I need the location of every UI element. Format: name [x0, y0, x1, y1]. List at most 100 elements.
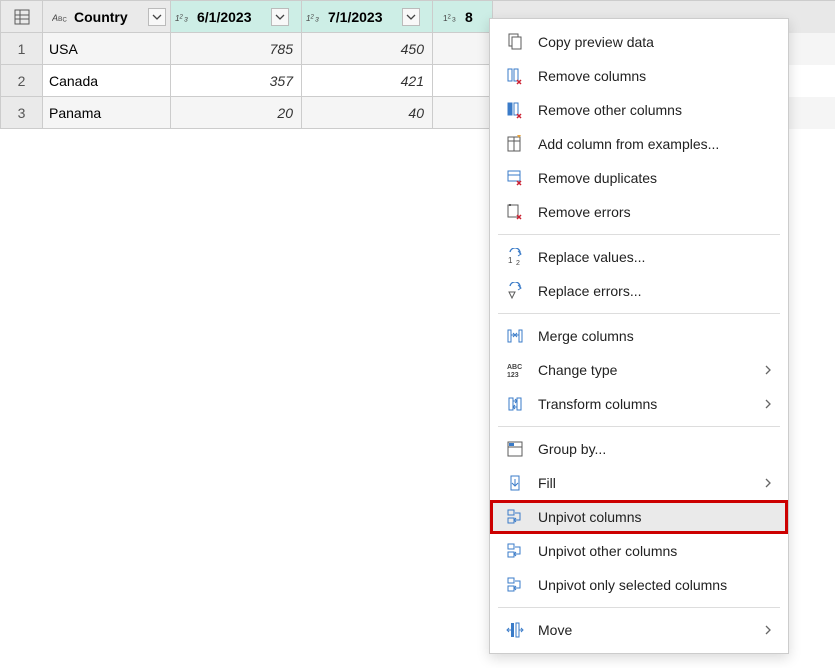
remove-other-columns-icon [504, 99, 526, 121]
menu-remove-columns[interactable]: Remove columns [490, 59, 788, 93]
chevron-down-icon [275, 14, 285, 20]
table-icon [14, 9, 30, 25]
menu-label: Unpivot other columns [538, 543, 774, 559]
menu-unpivot-columns[interactable]: Unpivot columns [490, 500, 788, 534]
column-label: Country [74, 9, 144, 25]
menu-unpivot-other-columns[interactable]: Unpivot other columns [490, 534, 788, 568]
svg-text:3: 3 [315, 16, 319, 23]
remove-duplicates-icon [504, 167, 526, 189]
menu-label: Remove errors [538, 204, 774, 220]
cell-country[interactable]: USA [43, 33, 171, 65]
menu-label: Remove other columns [538, 102, 774, 118]
cell-value[interactable]: 785 [171, 33, 302, 65]
corner-cell[interactable] [1, 1, 43, 33]
menu-add-column-from-examples[interactable]: Add column from examples... [490, 127, 788, 161]
svg-text:2: 2 [448, 14, 452, 20]
column-header-date3[interactable]: 123 8 [433, 1, 493, 33]
number-type-icon: 123 [443, 10, 461, 24]
row-number: 3 [1, 97, 43, 129]
menu-transform-columns[interactable]: Transform columns [490, 387, 788, 421]
remove-errors-icon [504, 201, 526, 223]
menu-copy-preview-data[interactable]: Copy preview data [490, 25, 788, 59]
chevron-right-icon [764, 364, 774, 376]
chevron-down-icon [152, 14, 162, 20]
menu-fill[interactable]: Fill [490, 466, 788, 500]
svg-text:C: C [63, 17, 68, 23]
svg-text:2: 2 [516, 260, 520, 266]
menu-label: Group by... [538, 441, 774, 457]
menu-label: Change type [538, 362, 752, 378]
cell-value[interactable]: 357 [171, 65, 302, 97]
column-header-country[interactable]: ABC Country [43, 1, 171, 33]
cell-value[interactable] [433, 33, 493, 65]
svg-text:3: 3 [452, 16, 456, 23]
menu-label: Unpivot only selected columns [538, 577, 774, 593]
menu-remove-duplicates[interactable]: Remove duplicates [490, 161, 788, 195]
chevron-down-icon [406, 14, 416, 20]
menu-remove-other-columns[interactable]: Remove other columns [490, 93, 788, 127]
column-label: 7/1/2023 [328, 9, 398, 25]
fill-icon [504, 472, 526, 494]
menu-merge-columns[interactable]: Merge columns [490, 319, 788, 353]
filter-dropdown-button[interactable] [271, 8, 289, 26]
row-number: 1 [1, 33, 43, 65]
menu-unpivot-only-selected-columns[interactable]: Unpivot only selected columns [490, 568, 788, 602]
chevron-right-icon [764, 477, 774, 489]
cell-value[interactable] [433, 65, 493, 97]
svg-text:ABC: ABC [507, 364, 522, 371]
menu-label: Add column from examples... [538, 136, 774, 152]
context-menu: Copy preview data Remove columns Remove … [489, 18, 789, 654]
menu-separator [498, 313, 780, 314]
menu-change-type[interactable]: ABC123 Change type [490, 353, 788, 387]
menu-group-by[interactable]: Group by... [490, 432, 788, 466]
menu-move[interactable]: Move [490, 613, 788, 647]
chevron-right-icon [764, 624, 774, 636]
column-header-date1[interactable]: 123 6/1/2023 [171, 1, 302, 33]
replace-errors-icon [504, 280, 526, 302]
number-type-icon: 123 [175, 10, 193, 24]
menu-replace-errors[interactable]: Replace errors... [490, 274, 788, 308]
copy-icon [504, 31, 526, 53]
group-by-icon [504, 438, 526, 460]
svg-text:A: A [52, 12, 58, 22]
menu-separator [498, 234, 780, 235]
menu-separator [498, 607, 780, 608]
svg-text:3: 3 [184, 16, 188, 23]
menu-label: Remove columns [538, 68, 774, 84]
filter-dropdown-button[interactable] [148, 8, 166, 26]
text-type-icon: ABC [52, 10, 70, 24]
cell-value[interactable]: 20 [171, 97, 302, 129]
column-header-date2[interactable]: 123 7/1/2023 [302, 1, 433, 33]
menu-label: Replace values... [538, 249, 774, 265]
column-label: 6/1/2023 [197, 9, 267, 25]
menu-label: Replace errors... [538, 283, 774, 299]
unpivot-icon [504, 506, 526, 528]
add-column-examples-icon [504, 133, 526, 155]
cell-country[interactable]: Panama [43, 97, 171, 129]
chevron-right-icon [764, 398, 774, 410]
svg-text:123: 123 [507, 372, 519, 379]
cell-value[interactable]: 40 [302, 97, 433, 129]
row-number: 2 [1, 65, 43, 97]
menu-label: Transform columns [538, 396, 752, 412]
unpivot-selected-icon [504, 574, 526, 596]
menu-replace-values[interactable]: 12 Replace values... [490, 240, 788, 274]
svg-text:2: 2 [310, 14, 315, 20]
menu-label: Copy preview data [538, 34, 774, 50]
cell-value[interactable]: 450 [302, 33, 433, 65]
menu-label: Merge columns [538, 328, 774, 344]
cell-country[interactable]: Canada [43, 65, 171, 97]
transform-columns-icon [504, 393, 526, 415]
menu-label: Unpivot columns [538, 509, 774, 525]
unpivot-other-icon [504, 540, 526, 562]
filter-dropdown-button[interactable] [402, 8, 420, 26]
menu-label: Fill [538, 475, 752, 491]
cell-value[interactable] [433, 97, 493, 129]
cell-value[interactable]: 421 [302, 65, 433, 97]
remove-columns-icon [504, 65, 526, 87]
move-icon [504, 619, 526, 641]
menu-label: Move [538, 622, 752, 638]
svg-text:1: 1 [508, 256, 513, 265]
menu-remove-errors[interactable]: Remove errors [490, 195, 788, 229]
replace-values-icon: 12 [504, 246, 526, 268]
